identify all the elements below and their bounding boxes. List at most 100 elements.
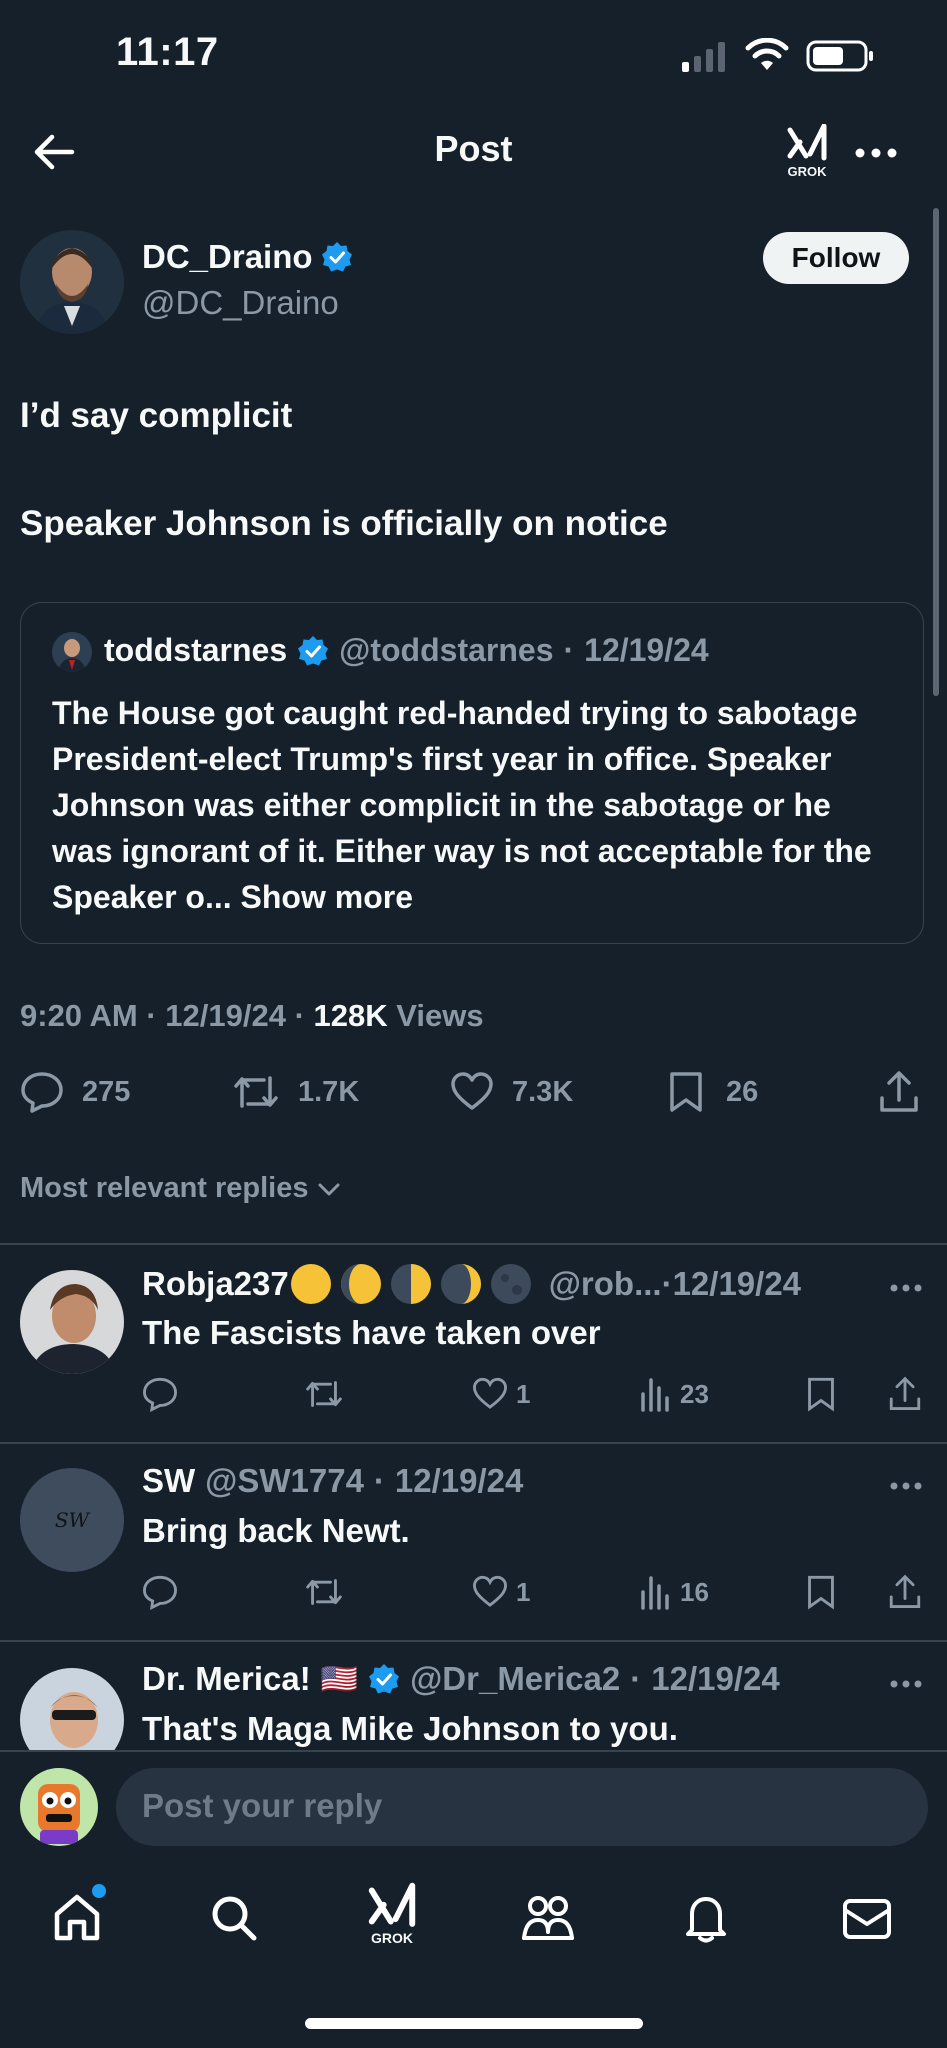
- show-more-link[interactable]: Show more: [241, 879, 413, 915]
- search-icon: [212, 1896, 257, 1941]
- communities-icon: [522, 1896, 574, 1940]
- more-options-icon[interactable]: [855, 148, 897, 158]
- author-handle[interactable]: @DC_Draino: [142, 284, 339, 322]
- reply-bookmark-icon[interactable]: [806, 1376, 836, 1412]
- share-icon: [880, 1071, 918, 1112]
- grok-nav-label: GROK: [371, 1930, 413, 1946]
- reply-like-count: 1: [516, 1378, 531, 1409]
- nav-home-tab[interactable]: [52, 1892, 102, 1942]
- reply-text: The Fascists have taken over: [142, 1314, 601, 1351]
- composer-divider: [0, 1750, 947, 1752]
- reply-views-action[interactable]: 16: [640, 1574, 709, 1610]
- quoted-post-date: 12/19/24: [584, 632, 709, 668]
- reply-comment-icon[interactable]: [142, 1574, 178, 1610]
- reply-author-handle: @rob...: [548, 1265, 662, 1302]
- reply-comment-icon[interactable]: [142, 1376, 178, 1412]
- like-action[interactable]: 7.3K: [450, 1070, 573, 1114]
- reply-more-icon[interactable]: [890, 1482, 922, 1490]
- views-chart-icon: [641, 1576, 669, 1610]
- reply-avatar[interactable]: [20, 1668, 124, 1750]
- verified-badge-icon: [298, 635, 329, 665]
- share-button[interactable]: [878, 1070, 920, 1114]
- post-text-line-1: I’d say complicit: [20, 396, 293, 435]
- reply-views-action[interactable]: 23: [640, 1376, 709, 1412]
- heart-icon: [473, 1575, 507, 1607]
- separator-dot: ·: [661, 1265, 673, 1302]
- reply-repost-icon[interactable]: [304, 1376, 344, 1412]
- cellular-signal-icon: [680, 40, 728, 72]
- nav-communities-tab[interactable]: [520, 1892, 576, 1944]
- reply-date: 12/19/24: [651, 1660, 780, 1697]
- divider: [0, 1243, 947, 1245]
- separator-dot: ·: [563, 632, 575, 668]
- post-time: 9:20 AM: [20, 998, 138, 1033]
- nav-messages-tab[interactable]: [842, 1898, 892, 1940]
- nav-search-tab[interactable]: [210, 1894, 258, 1942]
- verified-badge-icon: [321, 242, 352, 272]
- reply-author-name[interactable]: SW: [142, 1462, 195, 1500]
- bookmark-count: 26: [726, 1075, 759, 1108]
- reply-views-count: 16: [680, 1576, 709, 1607]
- separator-dot: ·: [146, 998, 166, 1033]
- nav-grok-tab[interactable]: GROK: [366, 1882, 418, 1946]
- reply-date: 12/19/24: [394, 1462, 524, 1499]
- reply-header: SW @SW1774 · 12/19/24: [142, 1462, 523, 1500]
- reply-bookmark-icon[interactable]: [806, 1574, 836, 1610]
- reply-header: Robja237 @rob... · 12/19/24: [142, 1262, 801, 1306]
- current-user-avatar[interactable]: [20, 1768, 98, 1846]
- reply-share-icon[interactable]: [888, 1376, 922, 1412]
- reply-repost-icon[interactable]: [304, 1574, 344, 1610]
- reply-icon: [21, 1072, 63, 1113]
- separator-dot: ·: [630, 1660, 642, 1697]
- views-label: Views: [396, 998, 484, 1033]
- reply-views-count: 23: [680, 1378, 709, 1409]
- heart-icon: [451, 1072, 493, 1110]
- reply-author-handle: @SW1774: [205, 1462, 364, 1499]
- author-name-row[interactable]: DC_Draino: [142, 238, 353, 276]
- reply-author-handle: @Dr_Merica2: [410, 1660, 621, 1697]
- quoted-author-row: toddstarnes @toddstarnes · 12/19/24: [104, 632, 709, 669]
- bookmark-icon: [670, 1072, 702, 1112]
- replies-filter-dropdown[interactable]: Most relevant replies: [20, 1172, 341, 1205]
- chevron-down-icon: [318, 1183, 339, 1195]
- grok-label: GROK: [787, 164, 827, 179]
- separator-dot: ·: [373, 1462, 385, 1499]
- reply-avatar[interactable]: [20, 1270, 124, 1374]
- quoted-author-name: toddstarnes: [104, 632, 288, 668]
- nav-notifications-tab[interactable]: [684, 1892, 728, 1944]
- reply-more-icon[interactable]: [890, 1680, 922, 1688]
- repost-count: 1.7K: [298, 1075, 360, 1108]
- reply-header: Dr. Merica! 🇺🇸 @Dr_Merica2 · 12/19/24: [142, 1660, 780, 1698]
- grok-button[interactable]: GROK: [780, 124, 834, 179]
- reply-like-count: 1: [516, 1576, 531, 1607]
- home-notification-dot: [92, 1884, 106, 1898]
- reply-author-name[interactable]: Robja237: [142, 1265, 289, 1303]
- reply-author-name[interactable]: Dr. Merica!: [142, 1660, 311, 1698]
- replies-filter-label: Most relevant replies: [20, 1172, 309, 1204]
- verified-badge-icon: [369, 1664, 400, 1694]
- author-name[interactable]: DC_Draino: [142, 238, 313, 276]
- reply-item-clipped[interactable]: Dr. Merica! 🇺🇸 @Dr_Merica2 · 12/19/24 Th…: [0, 1642, 947, 1750]
- grok-icon: [368, 1882, 416, 1927]
- like-count: 7.3K: [512, 1075, 574, 1108]
- avatar-monogram: SW: [54, 1508, 90, 1532]
- reply-avatar[interactable]: SW: [20, 1468, 124, 1572]
- divider: [0, 1442, 947, 1444]
- grok-icon: [787, 124, 827, 161]
- quoted-post-text: The House got caught red-handed trying t…: [52, 695, 872, 915]
- bell-icon: [686, 1897, 726, 1943]
- separator-dot: ·: [294, 998, 314, 1033]
- reply-more-icon[interactable]: [890, 1284, 922, 1292]
- reply-share-icon[interactable]: [888, 1574, 922, 1610]
- reply-text: That's Maga Mike Johnson to you.: [142, 1710, 678, 1747]
- author-avatar[interactable]: [20, 230, 124, 334]
- repost-action[interactable]: 1.7K: [232, 1070, 359, 1114]
- reply-action[interactable]: 275: [20, 1070, 130, 1114]
- wifi-icon: [745, 38, 789, 72]
- battery-icon: [806, 40, 876, 72]
- reply-like-action[interactable]: 1: [472, 1376, 530, 1412]
- bookmark-action[interactable]: 26: [668, 1070, 758, 1114]
- follow-button[interactable]: Follow: [763, 232, 909, 284]
- reply-like-action[interactable]: 1: [472, 1574, 530, 1610]
- scrollbar-thumb[interactable]: [933, 208, 939, 696]
